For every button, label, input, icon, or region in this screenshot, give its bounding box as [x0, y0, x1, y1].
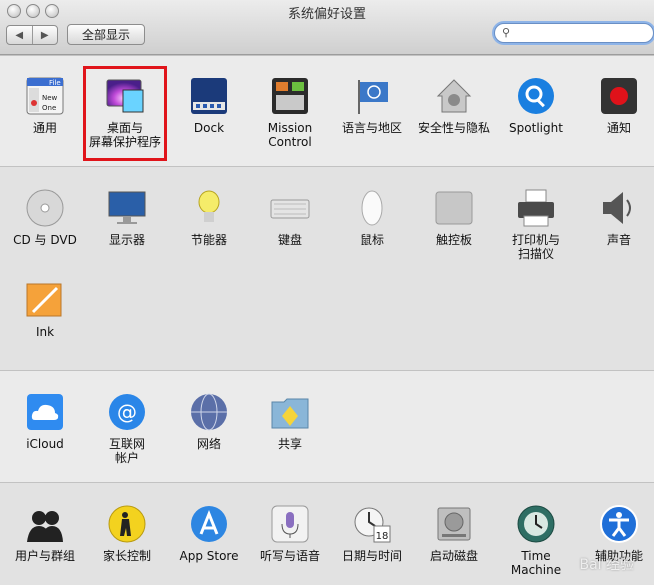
ink-icon	[25, 280, 65, 320]
pref-network[interactable]: 网络	[168, 392, 250, 451]
pref-dock[interactable]: Dock	[168, 76, 250, 135]
sharing-icon	[270, 392, 310, 432]
pref-sound[interactable]: 声音	[578, 188, 654, 247]
pref-notifications[interactable]: 通知	[578, 76, 654, 135]
pref-label: 共享	[277, 437, 302, 451]
pref-trackpad[interactable]: 触控板	[413, 188, 495, 247]
pref-label: iCloud	[26, 437, 64, 451]
pref-label: 触控板	[435, 233, 472, 247]
accessibility-icon	[599, 504, 639, 544]
spotlight-icon	[516, 76, 556, 116]
pref-displays[interactable]: 显示器	[86, 188, 168, 247]
pref-label: 安全性与隐私	[417, 121, 490, 135]
pref-time-machine[interactable]: Time Machine	[495, 504, 577, 577]
trackpad-icon	[434, 188, 474, 228]
displays-icon	[107, 188, 147, 228]
pref-label: 互联网 帐户	[108, 437, 145, 465]
title-bar: 系统偏好设置 ◀ ▶ 全部显示 ⚲	[0, 0, 654, 55]
watermark: Bai 经验	[579, 557, 634, 573]
pref-icloud[interactable]: iCloud	[4, 392, 86, 451]
parental-controls-icon	[107, 504, 147, 544]
pref-label: 键盘	[277, 233, 302, 247]
general-icon-text-file: File	[49, 79, 61, 87]
date-time-icon: 18	[352, 504, 392, 544]
pref-label: Spotlight	[509, 121, 563, 135]
pref-keyboard[interactable]: 键盘	[249, 188, 331, 247]
printers-scanners-icon	[516, 188, 556, 228]
svg-text:@: @	[117, 400, 137, 424]
pref-startup-disk[interactable]: 启动磁盘	[413, 504, 495, 563]
highlight-box	[83, 66, 167, 161]
pref-internet-accounts[interactable]: @ 互联网 帐户	[86, 392, 168, 465]
users-groups-icon	[25, 504, 65, 544]
keyboard-icon	[270, 188, 310, 228]
pref-parental-controls[interactable]: 家长控制	[86, 504, 168, 563]
pref-ink[interactable]: Ink	[4, 280, 86, 339]
pref-label: 节能器	[190, 233, 227, 247]
mouse-icon	[352, 188, 392, 228]
pref-users-groups[interactable]: 用户与群组	[4, 504, 86, 563]
pref-app-store[interactable]: App Store	[168, 504, 250, 563]
search-input[interactable]: ⚲	[494, 23, 654, 43]
pref-label: 打印机与 扫描仪	[511, 233, 560, 261]
network-icon	[189, 392, 229, 432]
calendar-date-text: 18	[376, 531, 389, 542]
language-region-icon	[352, 76, 392, 116]
pref-label: Dock	[193, 121, 225, 135]
notifications-icon	[599, 76, 639, 116]
security-privacy-icon	[434, 76, 474, 116]
dictation-speech-icon	[270, 504, 310, 544]
pref-label: 用户与群组	[14, 549, 75, 563]
app-store-icon	[189, 504, 229, 544]
cd-dvd-icon	[25, 188, 65, 228]
time-machine-icon	[516, 504, 556, 544]
pref-security-privacy[interactable]: 安全性与隐私	[413, 76, 495, 135]
pref-spotlight[interactable]: Spotlight	[495, 76, 577, 135]
pref-label: 网络	[196, 437, 221, 451]
general-icon-text-new: New	[42, 94, 58, 102]
pref-label: Time Machine	[510, 549, 562, 577]
back-forward-control: ◀ ▶	[6, 25, 58, 45]
pref-dictation-speech[interactable]: 听写与语音	[249, 504, 331, 563]
pref-mouse[interactable]: 鼠标	[331, 188, 413, 247]
pref-label: 听写与语音	[259, 549, 320, 563]
pref-label: 日期与时间	[341, 549, 402, 563]
pref-label: App Store	[179, 549, 239, 563]
internet-accounts-icon: @	[107, 392, 147, 432]
show-all-button[interactable]: 全部显示	[67, 24, 145, 45]
pref-label: 通知	[606, 121, 631, 135]
pref-label: 显示器	[108, 233, 145, 247]
pref-general[interactable]: File New One 通用	[4, 76, 86, 135]
search-icon: ⚲	[502, 26, 511, 39]
forward-button[interactable]: ▶	[31, 26, 58, 44]
pref-label: 鼠标	[359, 233, 384, 247]
icloud-icon	[25, 392, 65, 432]
general-icon: File New One	[25, 76, 65, 116]
pref-label: Ink	[35, 325, 55, 339]
pref-printers-scanners[interactable]: 打印机与 扫描仪	[495, 188, 577, 261]
pref-mission-control[interactable]: Mission Control	[249, 76, 331, 149]
sound-icon	[599, 188, 639, 228]
pref-energy-saver[interactable]: 节能器	[168, 188, 250, 247]
pref-label: 家长控制	[102, 549, 151, 563]
pref-language-region[interactable]: 语言与地区	[331, 76, 413, 135]
pref-label: CD 与 DVD	[13, 233, 77, 247]
dock-icon	[189, 76, 229, 116]
energy-saver-icon	[189, 188, 229, 228]
pref-label: 启动磁盘	[429, 549, 478, 563]
pref-sharing[interactable]: 共享	[249, 392, 331, 451]
pref-label: 通用	[32, 121, 57, 135]
mission-control-icon	[270, 76, 310, 116]
general-icon-text-one: One	[42, 104, 56, 112]
back-button[interactable]: ◀	[7, 26, 32, 44]
pref-date-time[interactable]: 18 日期与时间	[331, 504, 413, 563]
pref-label: 声音	[606, 233, 631, 247]
pref-label: Mission Control	[267, 121, 313, 149]
startup-disk-icon	[434, 504, 474, 544]
pref-label: 语言与地区	[341, 121, 402, 135]
window-title: 系统偏好设置	[287, 7, 366, 22]
pref-cd-dvd[interactable]: CD 与 DVD	[4, 188, 86, 247]
